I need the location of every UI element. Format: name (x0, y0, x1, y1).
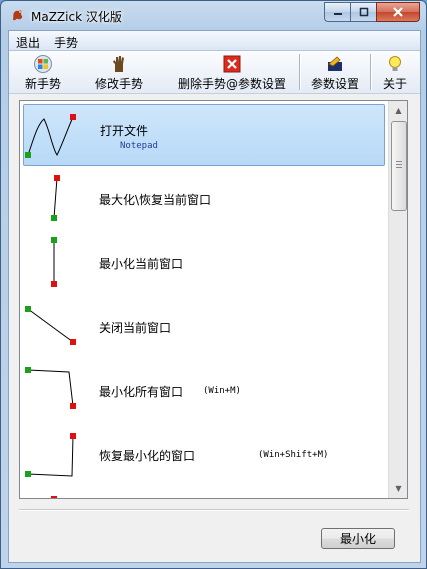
gesture-stroke-icon (25, 367, 76, 409)
menu-gesture[interactable]: 手势 (54, 34, 78, 51)
gesture-label: 打开文件 (100, 124, 149, 138)
tools-icon (328, 56, 342, 71)
lightbulb-icon (389, 56, 401, 71)
edit-gesture-label: 修改手势 (94, 77, 143, 91)
gesture-row-restore-minimized[interactable]: 恢复最小化的窗口 (Win+Shift+M) (23, 424, 385, 486)
gesture-stroke-icon (51, 496, 57, 498)
gesture-row-close[interactable]: 关闭当前窗口 (23, 296, 385, 358)
red-x-icon (223, 55, 241, 73)
vertical-scrollbar[interactable]: ▲ ▼ (388, 101, 407, 498)
gesture-label: 最小化所有窗口 (99, 385, 184, 399)
new-gesture-button[interactable]: 新手势 (19, 51, 67, 93)
about-label: 关于 (382, 77, 407, 91)
gesture-label: 恢复最小化的窗口 (99, 449, 196, 463)
restore-icon (359, 7, 368, 17)
gesture-row-maximize[interactable]: 最大化\恢复当前窗口 (23, 168, 385, 230)
gesture-list[interactable]: 打开文件 Notepad 最大化\恢复当前窗口 最小化当前窗口 关闭当前窗口 最… (19, 100, 408, 499)
scroll-down-arrow[interactable]: ▼ (389, 480, 407, 497)
maximize-window-button[interactable] (350, 2, 376, 22)
windows-flag-icon (34, 55, 52, 73)
settings-label: 参数设置 (310, 77, 359, 91)
edit-gesture-button[interactable]: 修改手势 (89, 51, 149, 93)
gesture-hotkey: (Win+M) (203, 386, 241, 396)
delete-gesture-button[interactable]: 删除手势@参数设置 (175, 51, 289, 93)
gesture-row-minimize-all[interactable]: 最小化所有窗口 (Win+M) (23, 360, 385, 422)
scroll-up-arrow[interactable]: ▲ (389, 102, 407, 119)
footer-divider (19, 509, 409, 510)
scroll-thumb[interactable] (391, 121, 407, 211)
gesture-target: Notepad (120, 141, 158, 151)
close-window-button[interactable] (376, 2, 420, 22)
settings-button[interactable]: 参数设置 (305, 51, 365, 93)
gesture-hotkey: (Win+Shift+M) (258, 450, 329, 460)
dragon-icon (13, 10, 23, 21)
toolbar-separator (299, 54, 300, 90)
gesture-stroke-icon (51, 175, 60, 221)
gesture-row-partial[interactable] (23, 488, 385, 498)
gesture-stroke-icon (25, 114, 76, 158)
window-title: MaZZick 汉化版 (31, 10, 122, 24)
gesture-label: 最大化\恢复当前窗口 (99, 193, 212, 207)
toolbar-separator (370, 54, 371, 90)
close-icon (393, 7, 403, 17)
minimize-to-tray-button[interactable]: 最小化 (321, 528, 395, 549)
hand-icon (113, 56, 124, 72)
gesture-list-rows: 打开文件 Notepad 最大化\恢复当前窗口 最小化当前窗口 关闭当前窗口 最… (20, 101, 388, 498)
app-window: MaZZick 汉化版 退出 手势 新手势 修改手势 删除手势@参数设置 参数设… (0, 0, 427, 569)
delete-gesture-label: 删除手势@参数设置 (177, 77, 286, 91)
gesture-stroke-icon (25, 306, 76, 345)
minimize-icon (333, 13, 342, 15)
gesture-label: 关闭当前窗口 (99, 321, 172, 335)
gesture-label: 最小化当前窗口 (99, 257, 184, 271)
window-client-area: 退出 手势 新手势 修改手势 删除手势@参数设置 参数设置 关于 打开文件 No… (8, 30, 421, 563)
about-button[interactable]: 关于 (373, 51, 417, 93)
menu-exit[interactable]: 退出 (16, 34, 40, 51)
caption-buttons (324, 2, 420, 22)
scroll-grip-line (396, 167, 402, 168)
gesture-row-open-file[interactable]: 打开文件 Notepad (23, 104, 385, 166)
toolbar: 新手势 修改手势 删除手势@参数设置 参数设置 关于 (9, 51, 420, 94)
title-bar[interactable]: MaZZick 汉化版 (1, 1, 426, 30)
scroll-grip-line (396, 161, 402, 162)
menu-bar: 退出 手势 (9, 31, 420, 51)
gesture-stroke-icon (25, 433, 76, 477)
minimize-window-button[interactable] (324, 2, 350, 22)
gesture-row-minimize[interactable]: 最小化当前窗口 (23, 232, 385, 294)
new-gesture-label: 新手势 (24, 77, 61, 91)
scroll-grip-line (396, 164, 402, 165)
gesture-stroke-icon (51, 237, 57, 287)
